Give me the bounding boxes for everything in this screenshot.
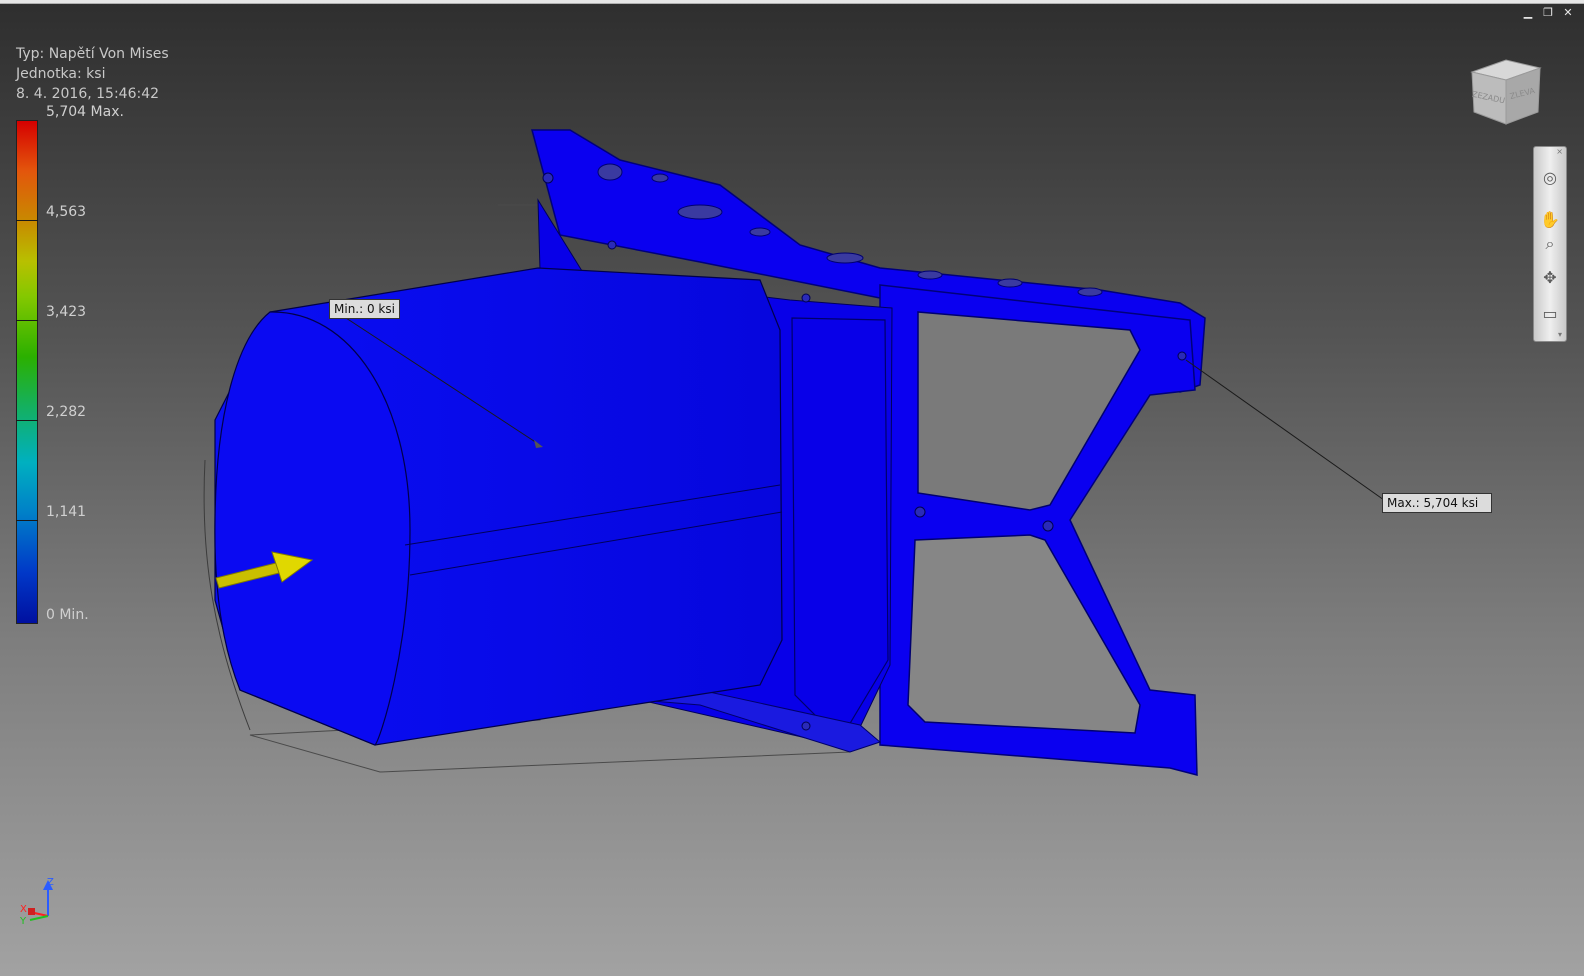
z-axis-label: Z [47,877,54,888]
x-axis-label: X [20,904,27,915]
max-leader-line [1185,359,1385,501]
scale-label: 1,141 [46,504,87,520]
pan-icon[interactable]: ✋ [1539,209,1561,231]
navigation-bar: × ◎ ✋ ⌕ ✥ ▭ ▾ [1533,146,1567,342]
color-scale-bar [16,120,38,624]
scale-tick [16,220,38,221]
x-axis-cube-icon [28,908,35,915]
steering-wheel-icon[interactable]: ◎ [1539,167,1561,189]
axis-triad: Z X Y [19,877,54,927]
result-legend: Typ: Napětí Von Mises Jednotka: ksi 8. 4… [16,44,169,104]
navbar-options-icon[interactable]: ▾ [1558,330,1562,339]
scale-label: 3,423 [46,304,87,320]
result-unit: Jednotka: ksi [16,66,106,82]
look-at-icon[interactable]: ▭ [1539,303,1561,325]
result-type: Typ: Napětí Von Mises [16,46,169,62]
min-callout[interactable]: Min.: 0 ksi [329,299,400,319]
scale-tick [16,420,38,421]
y-axis-label: Y [19,916,27,927]
scale-tick [16,320,38,321]
scale-min-label: 0 Min. [46,607,89,623]
max-callout[interactable]: Max.: 5,704 ksi [1382,493,1492,513]
scale-tick [16,520,38,521]
zoom-icon[interactable]: ⌕ [1539,233,1561,255]
orbit-icon[interactable]: ✥ [1539,267,1561,289]
scale-label: 4,563 [46,204,87,220]
model-viewport[interactable] [0,0,1584,976]
view-cube[interactable]: ZEZADU ZLEVA [1466,56,1546,128]
y-axis [29,915,49,921]
result-date: 8. 4. 2016, 15:46:42 [16,86,160,102]
scale-label: 2,282 [46,404,87,420]
navbar-close-icon[interactable]: × [1556,147,1563,156]
scale-max-label: 5,704 Max. [46,104,124,120]
